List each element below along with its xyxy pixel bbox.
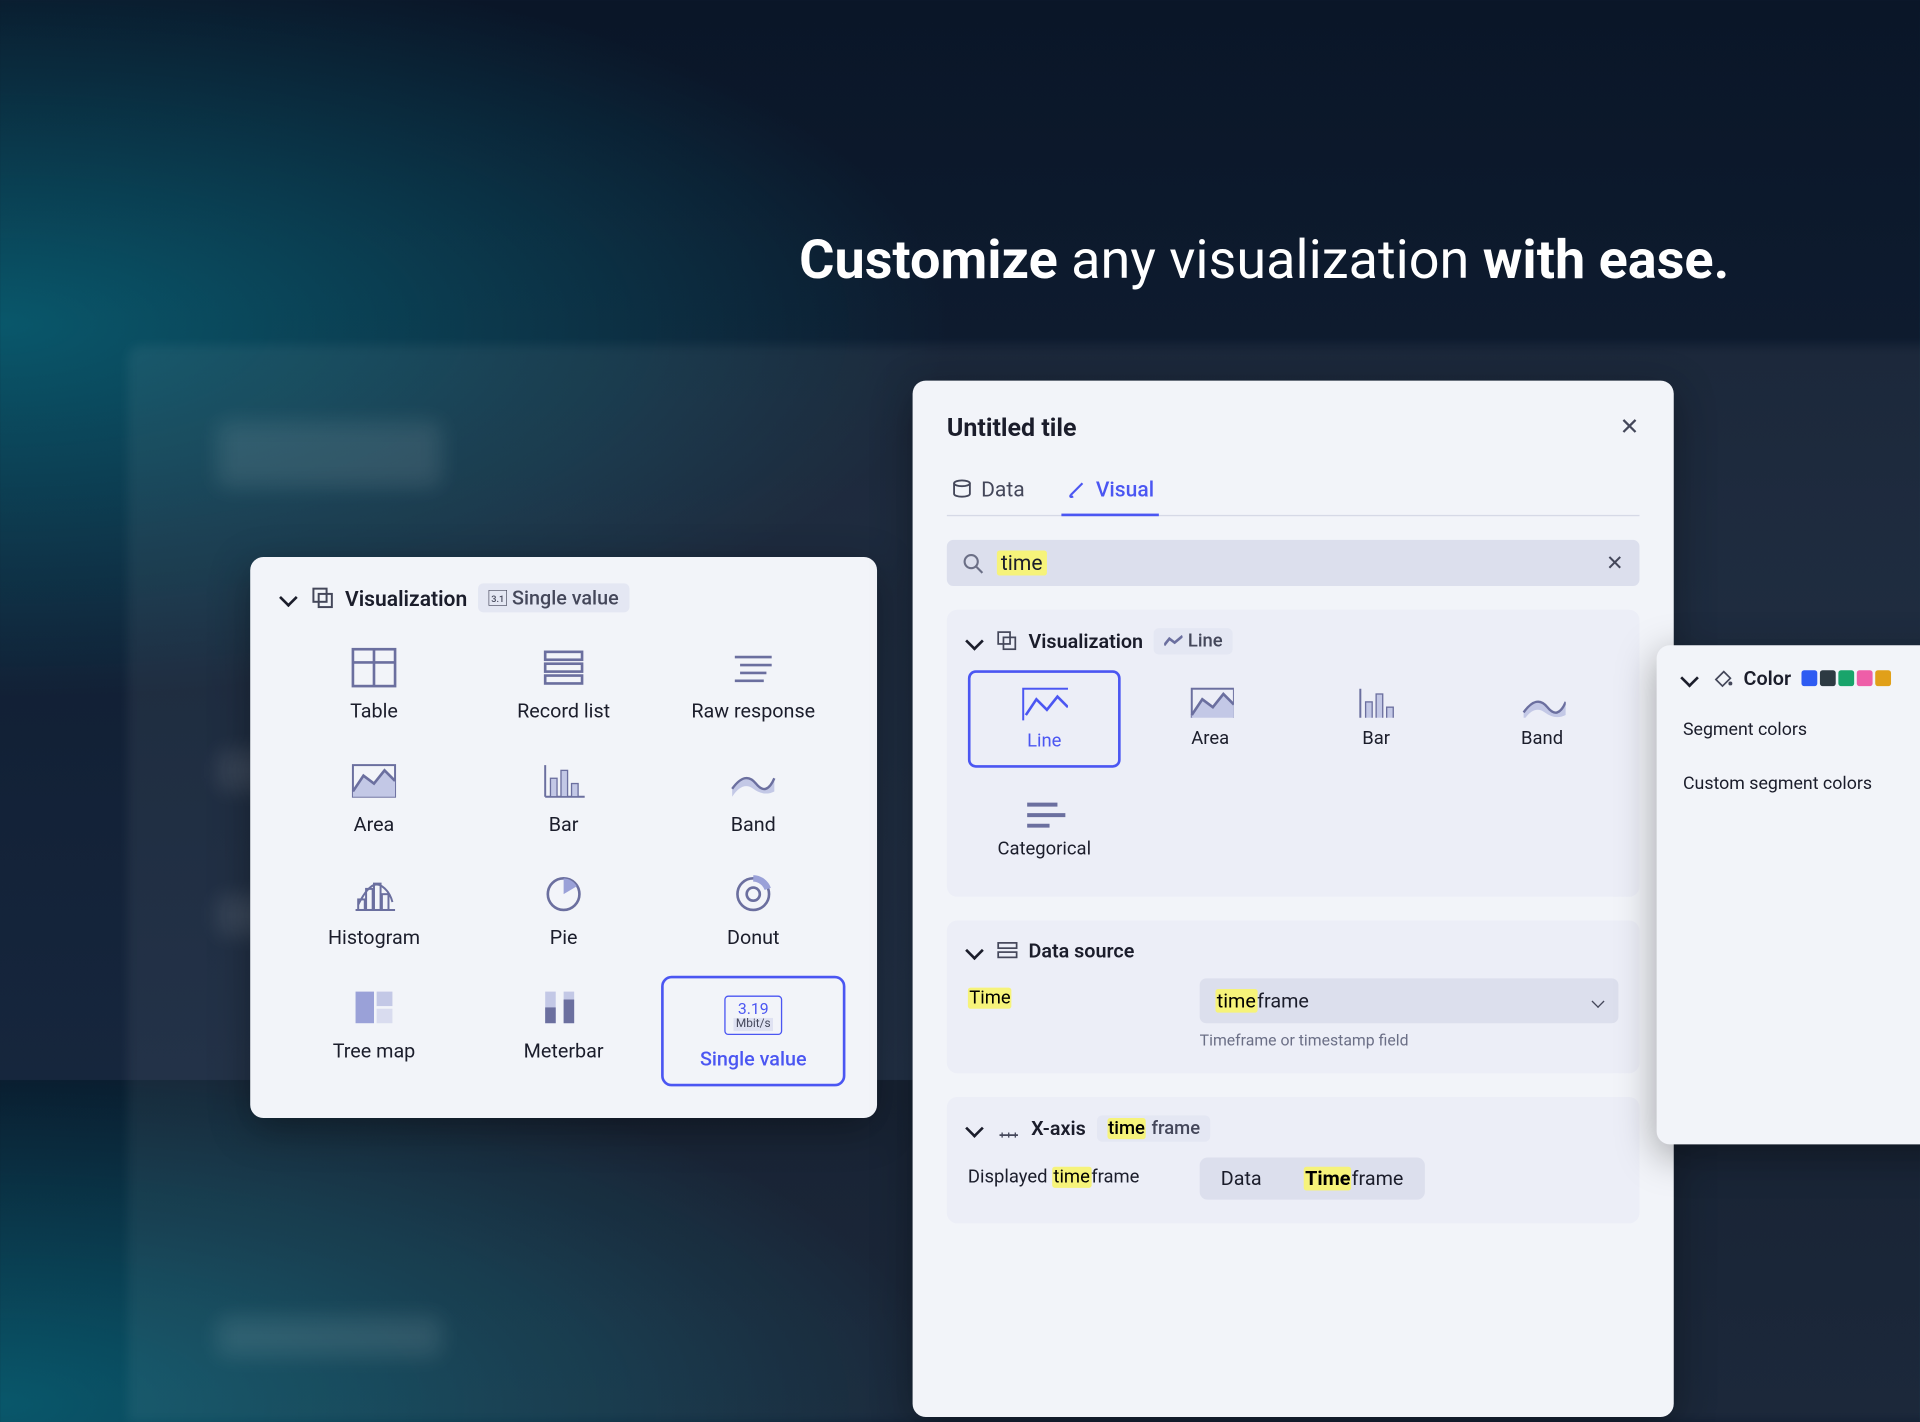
seg-opt-data[interactable]: Data (1200, 1158, 1283, 1200)
donut-icon (727, 870, 780, 917)
raw-response-icon (727, 644, 780, 691)
helper-text: Timeframe or timestamp field (1200, 1031, 1619, 1049)
viz-option-meterbar[interactable]: Meterbar (471, 976, 655, 1087)
visualization-icon (311, 586, 335, 610)
line-icon (1021, 686, 1068, 723)
viz-label: Categorical (997, 839, 1091, 860)
color-title: Color (1744, 666, 1792, 690)
viz-option-categorical[interactable]: Categorical (968, 781, 1121, 873)
viz-option-pie[interactable]: Pie (471, 863, 655, 958)
seg-opt-timeframe[interactable]: Timeframe (1283, 1158, 1425, 1200)
current-viz-badge: 3.1 Single value (478, 583, 629, 612)
hero-headline: Customize any visualization with ease. (0, 229, 1920, 292)
bar-icon (1352, 683, 1399, 720)
chevron-down-icon[interactable] (965, 941, 984, 960)
x-axis-icon (997, 1119, 1021, 1137)
viz-label: Band (731, 813, 776, 837)
viz-option-histogram[interactable]: Histogram (282, 863, 466, 958)
chevron-down-icon (1592, 994, 1605, 1007)
field-label-time: Time (968, 978, 1179, 1008)
single-value-icon: 3.19Mbit/s (727, 992, 780, 1039)
visualization-section: Visualization Line LineAreaBarBandCatego… (947, 610, 1640, 897)
histogram-icon (348, 870, 401, 917)
tab-data[interactable]: Data (947, 466, 1030, 515)
visualization-icon (997, 631, 1018, 652)
viz-label: Area (354, 813, 395, 837)
tab-visual[interactable]: Visual (1062, 466, 1160, 515)
table-icon (348, 644, 401, 691)
viz-label: Meterbar (524, 1039, 604, 1063)
viz-option-area[interactable]: Area (282, 749, 466, 844)
header-swatches (1802, 670, 1892, 686)
viz-option-line[interactable]: Line (968, 670, 1121, 767)
pie-icon (537, 870, 590, 917)
area-icon (1187, 683, 1234, 720)
chevron-down-icon[interactable] (279, 589, 298, 608)
viz-label: Bar (549, 813, 579, 837)
color-panel: Color Segment colors Default Custom segm… (1657, 645, 1920, 1144)
line-chart-icon (1164, 635, 1182, 648)
viz-label: Area (1191, 728, 1229, 749)
viz-option-table[interactable]: Table (282, 636, 466, 731)
bar-icon (537, 757, 590, 804)
chevron-down-icon[interactable] (1680, 669, 1699, 688)
segment-colors-label: Segment colors (1683, 718, 1907, 739)
search-icon (963, 552, 984, 573)
section-title: Visualization (345, 585, 467, 610)
database-icon (952, 479, 972, 499)
viz-option-donut[interactable]: Donut (661, 863, 845, 958)
viz-label: Single value (700, 1047, 807, 1071)
clear-search-icon[interactable]: ✕ (1606, 552, 1624, 573)
tile-editor-panel: Untitled tile ✕ Data Visual time ✕ Visua… (913, 381, 1674, 1417)
current-viz-badge: Line (1154, 628, 1234, 654)
viz-label: Histogram (328, 926, 420, 950)
viz-label: Tree map (333, 1039, 416, 1063)
viz-label: Donut (727, 926, 779, 950)
band-icon (1518, 683, 1565, 720)
x-axis-badge: timeframe (1096, 1115, 1210, 1141)
viz-option-bar[interactable]: Bar (1300, 670, 1453, 767)
viz-option-bar[interactable]: Bar (471, 749, 655, 844)
viz-label: Raw response (691, 699, 815, 723)
tile-title: Untitled tile (947, 412, 1077, 442)
tree-map-icon (348, 984, 401, 1031)
paint-bucket-icon (1712, 668, 1733, 689)
custom-segment-colors-label: Custom segment colors (1683, 772, 1907, 793)
record-list-icon (537, 644, 590, 691)
viz-label: Line (1027, 731, 1061, 752)
viz-label: Pie (550, 926, 578, 950)
svg-text:3.1: 3.1 (491, 594, 504, 605)
search-input[interactable]: time ✕ (947, 540, 1640, 586)
viz-label: Band (1521, 728, 1563, 749)
viz-option-single-value[interactable]: 3.19Mbit/s Single value (661, 976, 845, 1087)
categorical-icon (1021, 794, 1068, 831)
data-source-icon (997, 940, 1018, 961)
viz-label: Table (350, 699, 398, 723)
area-icon (348, 757, 401, 804)
brush-icon (1067, 479, 1087, 499)
viz-option-record-list[interactable]: Record list (471, 636, 655, 731)
displayed-timeframe-label: Displayed timeframe (968, 1158, 1179, 1188)
data-source-section: Data source Time timeframe Timeframe or … (947, 920, 1640, 1073)
chevron-down-icon[interactable] (965, 1119, 984, 1138)
viz-option-raw-response[interactable]: Raw response (661, 636, 845, 731)
x-axis-section: X-axis timeframe Displayed timeframe Dat… (947, 1097, 1640, 1223)
search-value: time (997, 550, 1047, 575)
viz-option-band[interactable]: Band (661, 749, 845, 844)
single-value-icon: 3.1 (488, 590, 506, 606)
timeframe-segmented[interactable]: Data Timeframe (1200, 1158, 1425, 1200)
bg-blur (217, 1317, 441, 1357)
close-icon[interactable]: ✕ (1620, 415, 1640, 439)
visualization-gallery-panel: Visualization 3.1 Single value Table Reco… (250, 557, 877, 1118)
meterbar-icon (537, 984, 590, 1031)
time-select[interactable]: timeframe (1200, 978, 1619, 1023)
viz-option-band[interactable]: Band (1466, 670, 1619, 767)
chevron-down-icon[interactable] (965, 632, 984, 651)
band-icon (727, 757, 780, 804)
viz-option-tree-map[interactable]: Tree map (282, 976, 466, 1087)
viz-option-area[interactable]: Area (1134, 670, 1287, 767)
bg-blur (217, 421, 441, 487)
viz-label: Bar (1362, 728, 1390, 749)
viz-label: Record list (517, 699, 610, 723)
